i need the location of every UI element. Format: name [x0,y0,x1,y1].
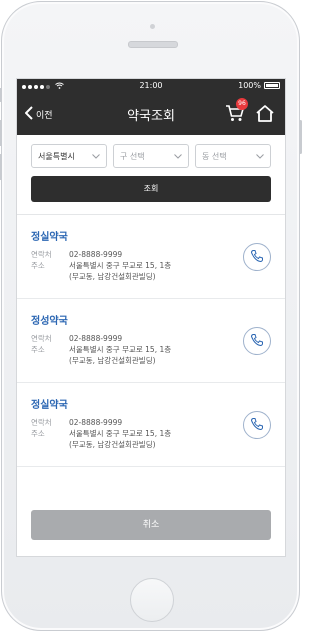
phone-row: 연락처 02-8888-9999 [31,249,271,260]
district-select-placeholder: 구 선택 [120,151,145,161]
address-line1: 서울특별시 중구 무교로 15, 1층 [69,261,172,270]
pharmacy-list: 정실약국 연락처 02-8888-9999 주소 서울특별시 중구 무교로 15… [17,215,285,467]
address-row: 주소 서울특별시 중구 무교로 15, 1층 [31,428,271,439]
address-row: 주소 서울특별시 중구 무교로 15, 1층 [31,344,271,355]
city-select-value: 서울특별시 [38,151,75,161]
search-button[interactable]: 조회 [31,176,271,202]
phone-icon [250,248,264,267]
address-row: 주소 서울특별시 중구 무교로 15, 1층 [31,260,271,271]
list-item: 정실약국 연락처 02-8888-9999 주소 서울특별시 중구 무교로 15… [17,215,285,299]
front-camera [150,24,155,29]
phone-label: 연락처 [31,418,52,427]
address-line2: (무교동, 남강건설회관빌딩) [69,440,156,449]
phone-label: 연락처 [31,334,52,343]
address-line2: (무교동, 남강건설회관빌딩) [69,356,156,365]
address-label: 주소 [31,429,45,438]
chevron-down-icon [256,152,264,161]
phone-number: 02-8888-9999 [69,418,123,427]
call-button[interactable] [243,327,271,355]
power-button [299,120,302,154]
battery-icon [264,82,280,89]
status-bar: 21:00 100% [17,79,285,93]
pharmacy-name[interactable]: 정실약국 [31,396,271,411]
phone-row: 연락처 02-8888-9999 [31,417,271,428]
home-icon [255,105,275,127]
list-item: 정실약국 연락처 02-8888-9999 주소 서울특별시 중구 무교로 15… [17,383,285,467]
phone-row: 연락처 02-8888-9999 [31,333,271,344]
address-line2: (무교동, 남강건설회관빌딩) [69,272,156,281]
home-button[interactable] [255,104,275,127]
address-label: 주소 [31,345,45,354]
phone-label: 연락처 [31,250,52,259]
phone-icon [250,332,264,351]
cancel-button[interactable]: 취소 [31,510,271,540]
pharmacy-name[interactable]: 정실약국 [31,228,271,243]
chevron-down-icon [174,152,182,161]
cart-count-badge: 96 [236,98,248,110]
device-home-button[interactable] [130,578,174,622]
address-line1: 서울특별시 중구 무교로 15, 1층 [69,429,172,438]
pharmacy-name[interactable]: 정성약국 [31,312,271,327]
district-select[interactable]: 구 선택 [113,144,189,168]
battery-indicator: 100% [238,81,280,90]
chevron-down-icon [92,152,100,161]
earpiece-speaker [128,41,178,48]
address-label: 주소 [31,261,45,270]
battery-percent: 100% [238,81,261,90]
region-filters: 서울특별시 구 선택 동 선택 [17,135,285,168]
mute-switch [0,88,2,102]
app-screen: 21:00 100% 이전 약국조회 96 서울특별시 구 선택 동 선택 조회… [16,78,286,557]
volume-up-button [0,120,2,146]
dong-select-placeholder: 동 선택 [202,151,227,161]
address-line1: 서울특별시 중구 무교로 15, 1층 [69,345,172,354]
phone-number: 02-8888-9999 [69,334,123,343]
call-button[interactable] [243,411,271,439]
call-button[interactable] [243,243,271,271]
top-nav-bar: 이전 약국조회 96 [17,93,285,135]
volume-down-button [0,154,2,180]
list-item: 정성약국 연락처 02-8888-9999 주소 서울특별시 중구 무교로 15… [17,299,285,383]
city-select[interactable]: 서울특별시 [31,144,107,168]
phone-icon [250,416,264,435]
phone-number: 02-8888-9999 [69,250,123,259]
dong-select[interactable]: 동 선택 [195,144,271,168]
